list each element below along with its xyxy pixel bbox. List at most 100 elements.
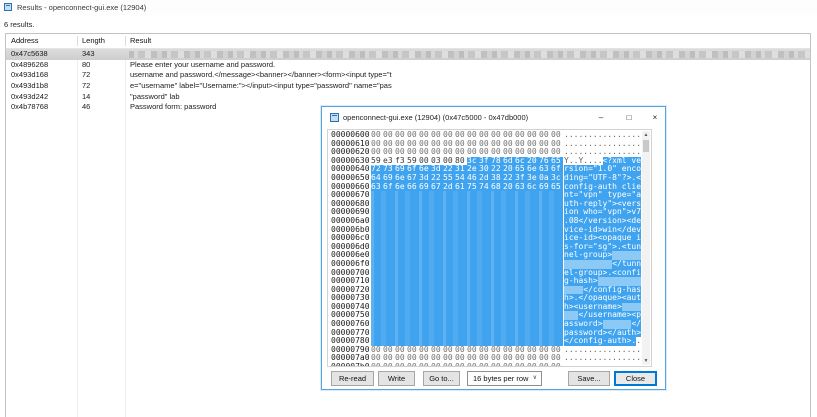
hex-row[interactable]: 00000700el-group>.<confi (329, 269, 641, 278)
hex-byte: 6e (527, 165, 539, 174)
hex-byte: 00 (515, 363, 527, 366)
scrollbar-thumb[interactable] (643, 140, 649, 152)
hex-row[interactable]: 000007b000000000000000000000000000000000… (329, 363, 641, 366)
hex-row[interactable]: 00000730h>.</opaque><aut (329, 294, 641, 303)
hex-row[interactable]: 0000061000000000000000000000000000000000… (329, 140, 641, 149)
reread-button[interactable]: Re-read (331, 371, 374, 386)
hex-ascii: ion who="vpn">v7 (564, 208, 641, 217)
hex-bytes: 59e3f359000300803c3f786d6c207665 (371, 157, 563, 166)
hex-byte: 00 (455, 354, 467, 363)
hex-byte: 78 (491, 157, 503, 166)
ascii-selected: h>.</opaque><aut (564, 294, 641, 303)
hex-row[interactable]: 0000062000000000000000000000000000000000… (329, 148, 641, 157)
hex-row[interactable]: 0000079000000000000000000000000000000000… (329, 346, 641, 355)
hex-row[interactable]: 000007a000000000000000000000000000000000… (329, 354, 641, 363)
hex-bytes (371, 226, 563, 235)
hex-byte: 00 (491, 363, 503, 366)
hex-rows: 0000060000000000000000000000000000000000… (329, 131, 641, 366)
hex-byte: 00 (419, 157, 431, 166)
table-row[interactable]: 0x47c5638343 (6, 49, 810, 60)
close-button[interactable]: Close (614, 371, 657, 386)
hex-selection-blurred (371, 303, 563, 312)
hex-row[interactable]: 000006407273696f6e3d22312e302220656e636f… (329, 165, 641, 174)
ascii-selected: </username><p (578, 311, 641, 320)
hex-byte: 00 (527, 148, 539, 157)
scroll-down-icon[interactable]: ▼ (642, 357, 650, 365)
hex-row[interactable]: 0000065064696e673d225554462d38223f3e0a3c… (329, 174, 641, 183)
ascii-selected: s-for="sg">.<tun (564, 243, 641, 252)
ascii-selected: ding="UTF-8"?>.< (564, 174, 641, 183)
result-length: 14 (82, 92, 90, 103)
hex-byte: 65 (515, 165, 527, 174)
hex-row[interactable]: 00000670nt="vpn" type="a (329, 191, 641, 200)
hex-byte: f3 (395, 157, 407, 166)
hex-row[interactable]: 00000680uth-reply"><vers (329, 200, 641, 209)
hex-byte: 38 (491, 174, 503, 183)
hex-byte: 00 (467, 148, 479, 157)
hex-selection-blurred (371, 234, 563, 243)
hex-byte: 00 (371, 140, 383, 149)
hex-row[interactable]: 000006e0nel-group> (329, 251, 641, 260)
hex-scrollbar[interactable]: ▲ ▼ (642, 131, 650, 365)
hex-byte: 69 (383, 174, 395, 183)
result-address: 0x4b78768 (11, 102, 48, 113)
ascii-selected: </config-auth>. (564, 337, 636, 346)
hex-byte: 00 (371, 363, 383, 366)
hex-row[interactable]: 000006c0ice-id><opaque i (329, 234, 641, 243)
save-button[interactable]: Save... (568, 371, 610, 386)
hex-row[interactable]: 0000063059e3f359000300803c3f786d6c207665… (329, 157, 641, 166)
bytes-per-row-value: 16 bytes per row (473, 374, 528, 383)
column-header-address[interactable]: Address (6, 36, 39, 45)
hex-byte: 00 (527, 131, 539, 140)
bytes-per-row-select[interactable]: 16 bytes per row ∨ (467, 371, 542, 386)
hex-ascii: uth-reply"><vers (564, 200, 641, 209)
hex-row[interactable]: 00000740h><username> (329, 303, 641, 312)
hex-byte: 00 (419, 363, 431, 366)
hex-row[interactable]: 00000720</config-has (329, 286, 641, 295)
hex-row[interactable]: 00000750</username><p (329, 311, 641, 320)
column-header-length[interactable]: Length (77, 36, 105, 45)
hex-bytes: 00000000000000000000000000000000 (371, 148, 563, 157)
hex-bytes (371, 234, 563, 243)
hex-byte: 00 (467, 346, 479, 355)
hex-byte: 00 (527, 363, 539, 366)
hex-selection-blurred (371, 294, 563, 303)
hex-row[interactable]: 000006f0</tunn (329, 260, 641, 269)
dialog-title: openconnect-gui.exe (12904) (0x47c5000 -… (343, 113, 528, 122)
hex-row[interactable]: 00000660636f6e6669672d6175746820636c6965… (329, 183, 641, 192)
hex-byte: 00 (527, 140, 539, 149)
hex-byte: 00 (383, 140, 395, 149)
hex-row[interactable]: 000006d0s-for="sg">.<tun (329, 243, 641, 252)
table-row[interactable]: 0x493d16872username and password.</messa… (6, 70, 810, 81)
write-button[interactable]: Write (378, 371, 415, 386)
hex-row[interactable]: 00000690ion who="vpn">v7 (329, 208, 641, 217)
hex-row[interactable]: 00000760assword></ (329, 320, 641, 329)
hex-byte: 00 (455, 131, 467, 140)
hex-byte: 3f (515, 174, 527, 183)
goto-button[interactable]: Go to... (423, 371, 460, 386)
hex-row[interactable]: 00000770password></auth> (329, 329, 641, 338)
table-row[interactable]: 0x493d24214"password" lab (6, 92, 810, 103)
hex-byte: 00 (419, 346, 431, 355)
hex-view[interactable]: 0000060000000000000000000000000000000000… (327, 129, 652, 367)
hex-byte: 00 (539, 363, 551, 366)
column-header-result[interactable]: Result (125, 36, 151, 45)
hex-ascii: Y..Y....<?xml ve (564, 157, 641, 166)
hex-byte: 00 (443, 131, 455, 140)
hex-byte: 30 (479, 165, 491, 174)
hex-byte: 3d (431, 165, 443, 174)
hex-byte: 69 (419, 183, 431, 192)
hex-row[interactable]: 00000710g-hash> (329, 277, 641, 286)
hex-row[interactable]: 0000060000000000000000000000000000000000… (329, 131, 641, 140)
table-row[interactable]: 0x4b7876846Password form: password (6, 102, 810, 113)
hex-row[interactable]: 000006b0vice-id>win</dev (329, 226, 641, 235)
hex-row[interactable]: 000006a0.08</version><de (329, 217, 641, 226)
table-row[interactable]: 0x493d1b872e="username" label="Username:… (6, 81, 810, 92)
hex-selection-blurred (371, 320, 563, 329)
ascii-selected: nel-group> (564, 251, 612, 260)
table-row[interactable]: 0x489626880Please enter your username an… (6, 60, 810, 71)
hex-byte: 69 (395, 165, 407, 174)
hex-bytes: 00000000000000000000000000000000 (371, 363, 563, 366)
scroll-up-icon[interactable]: ▲ (642, 131, 650, 139)
hex-row[interactable]: 00000780</config-auth>.. (329, 337, 641, 346)
